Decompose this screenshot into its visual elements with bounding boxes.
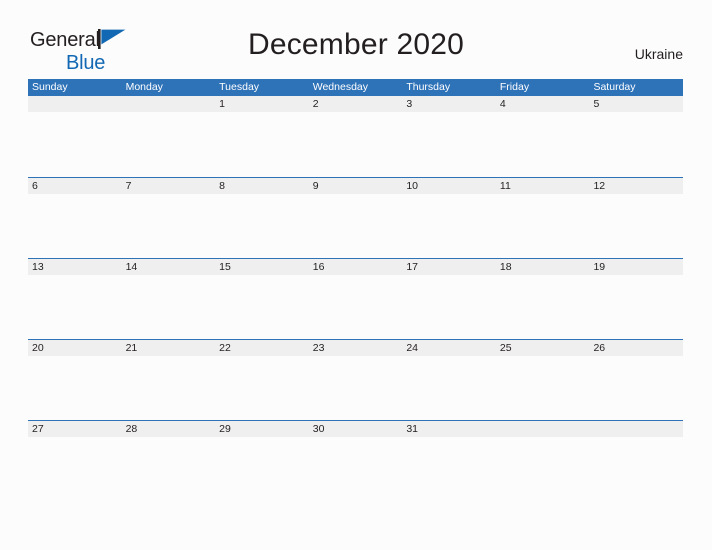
- week-note-area[interactable]: [28, 112, 683, 176]
- calendar-week-row: 20 21 22 23 24 25 26: [28, 339, 683, 420]
- day-cell[interactable]: 16: [309, 259, 403, 275]
- week-date-band: 6 7 8 9 10 11 12: [28, 178, 683, 194]
- day-cell[interactable]: 20: [28, 340, 122, 356]
- day-cell[interactable]: 28: [122, 421, 216, 437]
- week-date-band: 27 28 29 30 31: [28, 421, 683, 437]
- day-cell[interactable]: 17: [402, 259, 496, 275]
- week-note-area[interactable]: [28, 194, 683, 258]
- day-cell[interactable]: [28, 96, 122, 112]
- week-date-band: 20 21 22 23 24 25 26: [28, 340, 683, 356]
- day-cell[interactable]: 12: [589, 178, 683, 194]
- day-cell[interactable]: 2: [309, 96, 403, 112]
- day-cell[interactable]: 24: [402, 340, 496, 356]
- day-cell[interactable]: 8: [215, 178, 309, 194]
- day-cell[interactable]: 9: [309, 178, 403, 194]
- weekday-header-saturday: Saturday: [593, 81, 636, 93]
- day-cell[interactable]: 30: [309, 421, 403, 437]
- day-cell[interactable]: 13: [28, 259, 122, 275]
- week-note-area[interactable]: [28, 275, 683, 339]
- calendar-week-row: 13 14 15 16 17 18 19: [28, 258, 683, 339]
- weekday-header-friday: Friday: [499, 81, 530, 93]
- calendar-table: Sunday Monday Tuesday Wednesday Thursday…: [28, 79, 683, 501]
- day-cell[interactable]: 4: [496, 96, 590, 112]
- week-note-area[interactable]: [28, 437, 683, 501]
- day-cell[interactable]: 27: [28, 421, 122, 437]
- day-cell[interactable]: 7: [122, 178, 216, 194]
- weekday-header-wednesday: Wednesday: [312, 81, 368, 93]
- calendar-week-row: 1 2 3 4 5: [28, 96, 683, 177]
- day-cell[interactable]: 6: [28, 178, 122, 194]
- day-cell[interactable]: 26: [589, 340, 683, 356]
- day-cell[interactable]: 18: [496, 259, 590, 275]
- day-cell[interactable]: 22: [215, 340, 309, 356]
- day-cell[interactable]: 5: [589, 96, 683, 112]
- day-cell[interactable]: 29: [215, 421, 309, 437]
- week-note-area[interactable]: [28, 356, 683, 420]
- page-header: General Blue December 2020 Ukraine: [0, 0, 712, 76]
- weekday-header-row: Sunday Monday Tuesday Wednesday Thursday…: [28, 79, 683, 96]
- week-date-band: 13 14 15 16 17 18 19: [28, 259, 683, 275]
- day-cell[interactable]: 15: [215, 259, 309, 275]
- day-cell[interactable]: [122, 96, 216, 112]
- day-cell[interactable]: 23: [309, 340, 403, 356]
- day-cell[interactable]: 10: [402, 178, 496, 194]
- day-cell[interactable]: [496, 421, 590, 437]
- weekday-header-monday: Monday: [125, 81, 163, 93]
- country-label: Ukraine: [634, 46, 683, 62]
- day-cell[interactable]: [589, 421, 683, 437]
- day-cell[interactable]: 3: [402, 96, 496, 112]
- weekday-header-tuesday: Tuesday: [219, 81, 260, 93]
- weekday-header-sunday: Sunday: [32, 81, 68, 93]
- day-cell[interactable]: 19: [589, 259, 683, 275]
- day-cell[interactable]: 1: [215, 96, 309, 112]
- weekday-header-thursday: Thursday: [406, 81, 451, 93]
- calendar-week-row: 6 7 8 9 10 11 12: [28, 177, 683, 258]
- day-cell[interactable]: 21: [122, 340, 216, 356]
- calendar-week-row: 27 28 29 30 31: [28, 420, 683, 501]
- day-cell[interactable]: 11: [496, 178, 590, 194]
- day-cell[interactable]: 31: [402, 421, 496, 437]
- day-cell[interactable]: 25: [496, 340, 590, 356]
- calendar-page: General Blue December 2020 Ukraine Sunda…: [0, 0, 712, 550]
- week-date-band: 1 2 3 4 5: [28, 96, 683, 112]
- page-title: December 2020: [247, 28, 465, 61]
- day-cell[interactable]: 14: [122, 259, 216, 275]
